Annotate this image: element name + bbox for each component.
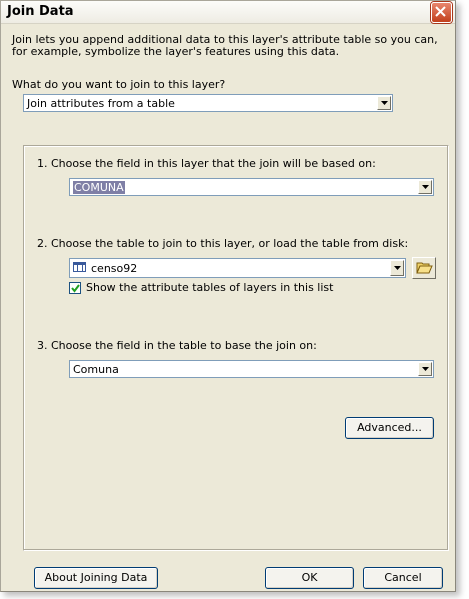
open-table-button[interactable] [412,257,436,279]
layer-field-dropdown[interactable]: COMUNA [69,178,434,196]
step2-label: 2. Choose the table to join to this laye… [37,237,409,250]
cancel-button[interactable]: Cancel [363,567,443,589]
folder-open-icon [416,262,433,274]
advanced-button[interactable]: Advanced... [345,417,434,439]
chevron-down-icon [422,185,429,189]
join-data-dialog: Join Data Join lets you append additiona… [0,0,456,592]
join-type-value: Join attributes from a table [27,97,175,110]
table-field-dropdown[interactable]: Comuna [69,360,434,378]
about-joining-data-button[interactable]: About Joining Data [34,567,158,589]
dropdown-arrow-button[interactable] [418,362,432,376]
dropdown-arrow-button[interactable] [390,260,404,276]
chevron-down-icon [381,101,388,105]
dropdown-arrow-button[interactable] [377,96,391,110]
join-table-dropdown[interactable]: censo92 [69,258,406,278]
window-title: Join Data [7,4,74,19]
layer-field-value: COMUNA [73,181,125,194]
dropdown-arrow-button[interactable] [418,180,432,194]
title-bar[interactable]: Join Data [1,1,455,24]
join-table-value: censo92 [91,262,138,275]
ok-button[interactable]: OK [265,567,354,589]
join-type-question: What do you want to join to this layer? [12,78,226,91]
step1-label: 1. Choose the field in this layer that t… [37,157,376,170]
show-attribute-tables-label: Show the attribute tables of layers in t… [86,281,334,294]
table-icon [73,262,86,272]
close-icon [435,6,446,17]
join-type-dropdown[interactable]: Join attributes from a table [23,94,393,112]
close-button[interactable] [431,2,452,23]
description-text: Join lets you append additional data to … [12,33,438,58]
step3-label: 3. Choose the field in the table to base… [37,339,317,352]
chevron-down-icon [422,367,429,371]
show-attribute-tables-checkbox[interactable] [69,282,81,294]
checkmark-icon [71,284,80,293]
table-field-value: Comuna [73,363,119,376]
chevron-down-icon [394,266,401,270]
